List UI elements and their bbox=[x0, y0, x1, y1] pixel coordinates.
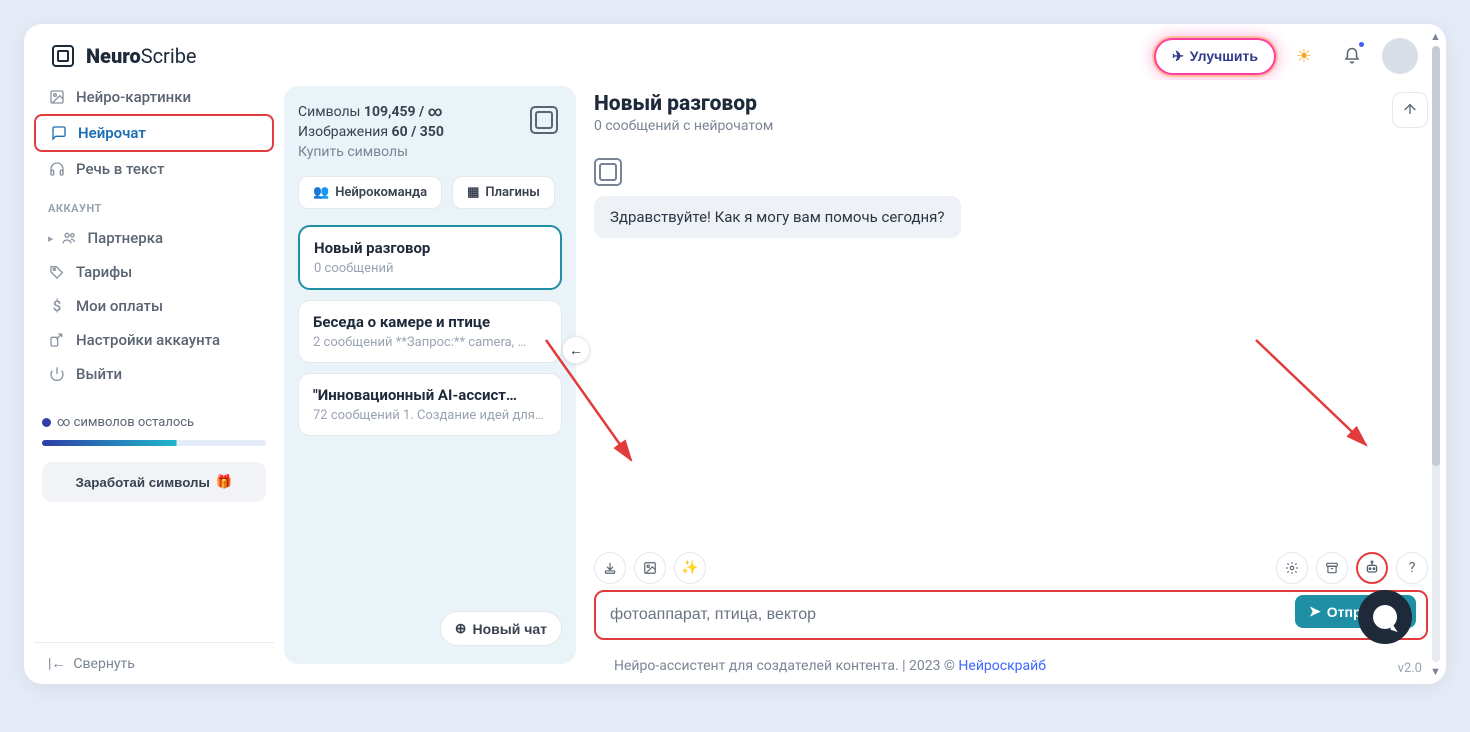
collapse-icon: |← bbox=[48, 655, 65, 672]
chat-toolbar: ✨ ? bbox=[594, 546, 1428, 590]
chat-input-box: ➤ Отправить bbox=[594, 590, 1428, 640]
conversation-title: Беседа о камере и птице bbox=[313, 313, 547, 331]
sidebar-item-neurochat[interactable]: Нейрочат bbox=[34, 114, 274, 152]
usage-dot-icon bbox=[42, 418, 51, 427]
magic-button[interactable]: ✨ bbox=[674, 552, 706, 584]
bot-avatar-icon bbox=[594, 158, 622, 186]
settings-button[interactable] bbox=[1276, 552, 1308, 584]
improve-button[interactable]: ✈ Улучшить bbox=[1156, 40, 1274, 73]
sidebar-item-label: Настройки аккаунта bbox=[76, 331, 220, 349]
chat-input[interactable] bbox=[610, 606, 1412, 624]
sidebar-section-label: АККАУНТ bbox=[34, 186, 274, 221]
attach-image-button[interactable] bbox=[634, 552, 666, 584]
gift-icon: 🎁 bbox=[216, 474, 233, 490]
avatar[interactable] bbox=[1382, 38, 1418, 74]
logo-text: NeuroScribe bbox=[86, 44, 197, 68]
earn-symbols-button[interactable]: Заработай символы 🎁 bbox=[42, 462, 266, 502]
attach-file-button[interactable] bbox=[594, 552, 626, 584]
sidebar-item-speech[interactable]: Речь в текст bbox=[34, 152, 274, 186]
conversations-panel: Символы 109,459 / ∞ Изображения 60 / 350… bbox=[284, 86, 576, 664]
scrollbar-thumb[interactable] bbox=[1432, 46, 1440, 466]
sidebar: Нейро-картинки Нейрочат Речь в текст АКК… bbox=[24, 80, 284, 684]
grid-icon: ▦ bbox=[467, 185, 479, 200]
archive-button[interactable] bbox=[1316, 552, 1348, 584]
app-body: Нейро-картинки Нейрочат Речь в текст АКК… bbox=[24, 80, 1446, 684]
headphones-icon bbox=[48, 161, 66, 177]
sidebar-item-label: Тарифы bbox=[76, 263, 132, 281]
chat-area: Новый разговор 0 сообщений с нейрочатом … bbox=[576, 80, 1446, 684]
power-icon bbox=[48, 366, 66, 382]
footer-link[interactable]: Нейроскрайб bbox=[958, 658, 1046, 674]
logo-icon bbox=[52, 45, 74, 67]
chat-icon bbox=[50, 125, 68, 141]
image-icon bbox=[48, 89, 66, 105]
sidebar-item-settings[interactable]: Настройки аккаунта bbox=[34, 323, 274, 357]
settings-out-icon bbox=[48, 332, 66, 348]
team-icon: 👥 bbox=[313, 185, 329, 200]
plus-icon: ⊕ bbox=[455, 620, 467, 637]
sidebar-item-label: Нейро-картинки bbox=[76, 88, 191, 106]
rocket-icon: ✈ bbox=[1172, 48, 1184, 65]
theme-toggle-icon[interactable]: ☀ bbox=[1286, 38, 1322, 74]
sidebar-item-logout[interactable]: Выйти bbox=[34, 357, 274, 391]
users-icon bbox=[60, 230, 78, 246]
caret-right-icon: ▸ bbox=[48, 232, 54, 245]
usage-bar bbox=[42, 440, 266, 446]
chat-title: Новый разговор bbox=[594, 92, 773, 116]
sidebar-item-label: Партнерка bbox=[88, 229, 164, 247]
conversation-sub: 72 сообщений 1. Создание идей для… bbox=[313, 408, 547, 423]
sidebar-item-partner[interactable]: ▸ Партнерка bbox=[34, 221, 274, 255]
new-chat-button[interactable]: ⊕ Новый чат bbox=[440, 611, 562, 646]
support-fab[interactable] bbox=[1358, 590, 1412, 644]
usage-row: ∞ символов осталось bbox=[42, 415, 266, 430]
bot-message: Здравствуйте! Как я могу вам помочь сего… bbox=[594, 196, 961, 238]
header: NeuroScribe ✈ Улучшить ☀ bbox=[24, 24, 1446, 80]
sidebar-collapse[interactable]: |← Свернуть bbox=[34, 642, 274, 684]
tag-icon bbox=[48, 264, 66, 280]
chat-body: Здравствуйте! Как я могу вам помочь сего… bbox=[594, 134, 1428, 546]
symbols-stat: Символы 109,459 / ∞ bbox=[298, 104, 562, 120]
tab-neuroteam[interactable]: 👥 Нейрокоманда bbox=[298, 176, 442, 209]
scroll-up-icon[interactable]: ▲ bbox=[1430, 30, 1441, 43]
version-label: v2.0 bbox=[1398, 661, 1422, 676]
sidebar-item-payments[interactable]: $ Мои оплаты bbox=[34, 289, 274, 323]
app-window: NeuroScribe ✈ Улучшить ☀ Нейро-картинки bbox=[24, 24, 1446, 684]
panel-tabs: 👥 Нейрокоманда ▦ Плагины bbox=[298, 176, 562, 209]
sidebar-item-label: Выйти bbox=[76, 365, 122, 383]
tab-plugins[interactable]: ▦ Плагины bbox=[452, 176, 555, 209]
images-stat: Изображения 60 / 350 bbox=[298, 124, 562, 140]
conversation-item[interactable]: "Инновационный AI-ассист… 72 сообщений 1… bbox=[298, 373, 562, 436]
robot-button[interactable] bbox=[1356, 552, 1388, 584]
sidebar-item-images[interactable]: Нейро-картинки bbox=[34, 80, 274, 114]
panel-logo-icon bbox=[530, 106, 558, 134]
help-button[interactable]: ? bbox=[1396, 552, 1428, 584]
conversation-sub: 2 сообщений **Запрос:** camera, … bbox=[313, 335, 547, 350]
conversation-item[interactable]: Беседа о камере и птице 2 сообщений **За… bbox=[298, 300, 562, 363]
main: Символы 109,459 / ∞ Изображения 60 / 350… bbox=[284, 80, 1446, 684]
buy-symbols-link[interactable]: Купить символы bbox=[298, 144, 562, 160]
sidebar-item-tariffs[interactable]: Тарифы bbox=[34, 255, 274, 289]
sidebar-item-label: Мои оплаты bbox=[76, 297, 163, 315]
conversation-title: "Инновационный AI-ассист… bbox=[313, 386, 547, 404]
sidebar-item-label: Нейрочат bbox=[78, 124, 146, 142]
footer: Нейро-ассистент для создателей контента.… bbox=[594, 654, 1428, 684]
conversation-item[interactable]: Новый разговор 0 сообщений bbox=[298, 225, 562, 290]
chat-header: Новый разговор 0 сообщений с нейрочатом bbox=[594, 92, 1428, 134]
conversation-title: Новый разговор bbox=[314, 239, 546, 257]
chat-subtitle: 0 сообщений с нейрочатом bbox=[594, 118, 773, 134]
share-button[interactable] bbox=[1392, 92, 1428, 128]
sidebar-item-label: Речь в текст bbox=[76, 160, 164, 178]
notifications-icon[interactable] bbox=[1334, 38, 1370, 74]
scroll-down-icon[interactable]: ▼ bbox=[1430, 665, 1441, 678]
chat-bubble-icon bbox=[1373, 605, 1397, 629]
scrollbar[interactable]: ▲ ▼ bbox=[1432, 46, 1440, 662]
dollar-icon: $ bbox=[48, 297, 66, 315]
conversation-sub: 0 сообщений bbox=[314, 261, 546, 276]
send-icon: ➤ bbox=[1309, 603, 1321, 620]
usage-text: ∞ символов осталось bbox=[57, 415, 194, 430]
